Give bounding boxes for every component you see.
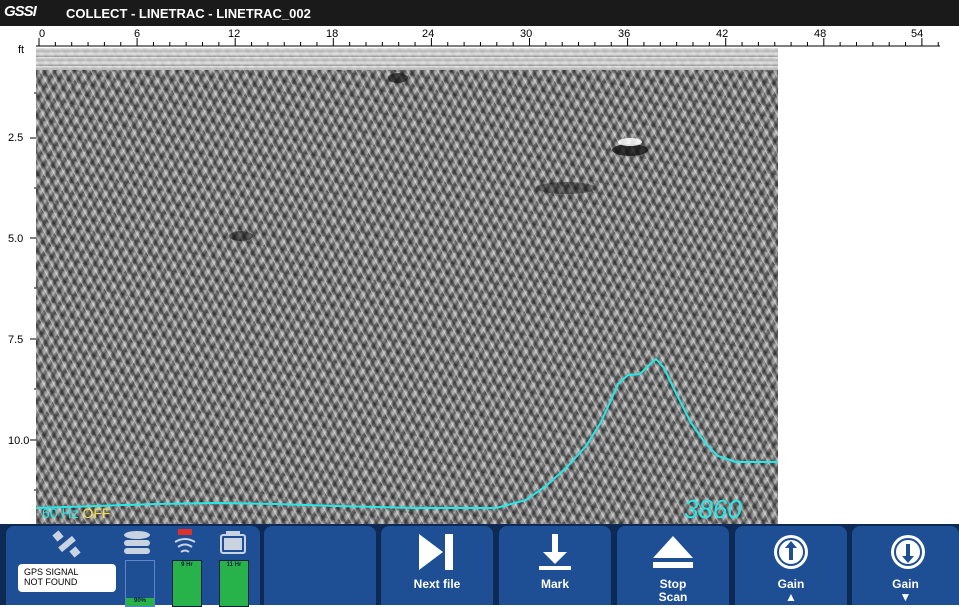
battery-meter-value: 11 Hr (226, 562, 242, 568)
hz-filter-value: 60 Hz (42, 505, 79, 521)
eject-icon (653, 536, 693, 568)
hyperbola-reflection (229, 231, 253, 241)
depth-label: 5.0 (8, 233, 24, 245)
signal-meter: 9 Hr (172, 560, 202, 607)
empty-button-slot (264, 526, 376, 605)
mark-label: Mark (540, 577, 569, 591)
distance-tick-label: 6 (134, 28, 140, 40)
storage-meter: 90% (125, 560, 155, 607)
radargram-overlay (36, 73, 778, 509)
battery-meter: 11 Hr (219, 560, 249, 607)
hz-filter-indicator: 60 Hz OFF (42, 505, 110, 521)
distance-tick-label: 42 (716, 28, 728, 40)
stop-scan-button[interactable]: Stop Scan (617, 526, 729, 605)
title-bar: GSSI COLLECT - LINETRAC - LINETRAC_002 (0, 0, 959, 26)
depth-label: 2.5 (8, 132, 24, 144)
hyperbola-reflection (388, 73, 408, 83)
storage-icon (124, 531, 150, 554)
mark-button[interactable]: Mark (499, 526, 611, 605)
gps-status-line1: GPS SIGNAL (24, 567, 79, 577)
next-file-button[interactable]: Next file (381, 526, 493, 605)
distance-tick-label: 48 (814, 28, 826, 40)
gain-down-button[interactable]: Gain ▼ (852, 526, 959, 605)
gssi-logo: GSSI (4, 3, 37, 20)
scan-count: 3860 (684, 494, 742, 524)
window-title: COLLECT - LINETRAC - LINETRAC_002 (66, 6, 311, 21)
status-panel: GPS SIGNAL NOT FOUND 90% 9 Hr 11 Hr (6, 526, 260, 607)
next-file-icon (419, 534, 453, 570)
gain-up-label: Gain ▲ (777, 577, 805, 604)
signal-meter-value: 9 Hr (181, 562, 193, 568)
battery-icon (220, 531, 246, 554)
storage-meter-value: 90% (133, 598, 146, 604)
signal-icon (174, 529, 196, 553)
distance-tick-label: 12 (228, 28, 240, 40)
next-file-label: Next file (413, 577, 461, 591)
hz-filter-state: OFF (82, 505, 111, 521)
gain-down-icon (891, 535, 925, 569)
depth-label: 10.0 (8, 435, 30, 447)
hyperbola-reflection (536, 182, 596, 194)
distance-tick-label: 30 (520, 28, 532, 40)
distance-tick-label: 0 (39, 28, 45, 40)
radargram-display[interactable]: 60 Hz OFF 3860 (36, 48, 778, 524)
gps-status-box: GPS SIGNAL NOT FOUND (18, 564, 116, 592)
distance-tick-label: 36 (618, 28, 630, 40)
distance-tick-label: 24 (422, 28, 434, 40)
depth-unit-label: ft (18, 44, 25, 56)
signal-trace-line (36, 357, 778, 509)
hyperbola-reflection (618, 138, 642, 146)
gain-up-button[interactable]: Gain ▲ (735, 526, 847, 605)
distance-axis: 0 6 12 18 24 30 36 42 48 54 (0, 26, 959, 48)
bottom-toolbar: GPS SIGNAL NOT FOUND 90% 9 Hr 11 Hr Next… (0, 524, 959, 607)
depth-label: 7.5 (8, 334, 24, 346)
distance-axis-svg: 0 6 12 18 24 30 36 42 48 54 (36, 28, 940, 47)
distance-tick-label: 54 (911, 28, 923, 40)
gain-down-label: Gain ▼ (892, 577, 919, 604)
gain-up-icon (774, 535, 808, 569)
distance-tick-label: 18 (326, 28, 338, 40)
gps-status-line2: NOT FOUND (24, 577, 78, 587)
satellite-icon (52, 530, 81, 558)
mark-arrow-icon (539, 534, 571, 570)
stop-scan-label: Stop Scan (658, 577, 688, 604)
